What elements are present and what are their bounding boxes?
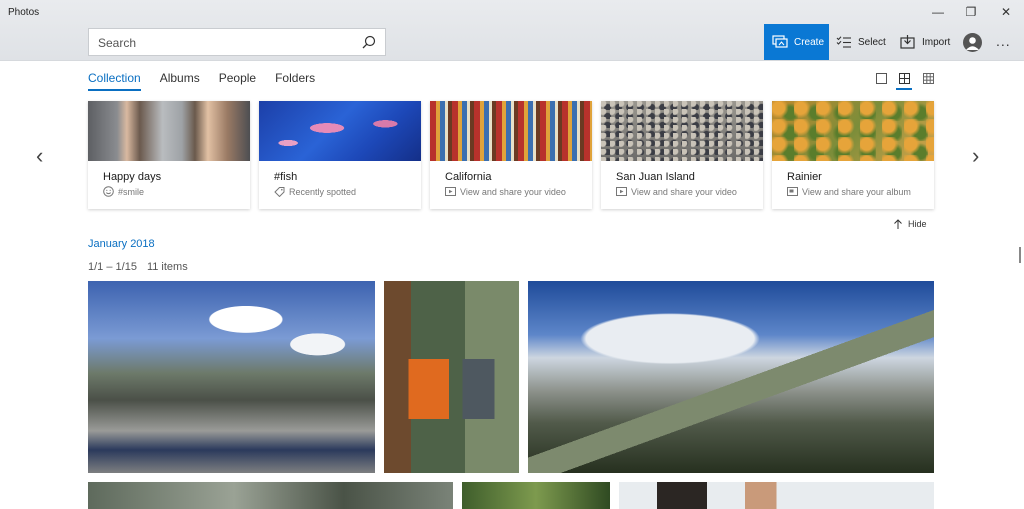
album-icon bbox=[787, 187, 798, 196]
photo-forest[interactable] bbox=[88, 482, 453, 509]
account-avatar-icon[interactable] bbox=[963, 33, 982, 52]
select-label: Select bbox=[858, 36, 886, 48]
carousel-card-happy-days[interactable]: Happy days #smile bbox=[88, 101, 250, 209]
create-button[interactable]: Create bbox=[764, 24, 829, 60]
nav-tabs: Collection Albums People Folders bbox=[88, 71, 315, 91]
search-box[interactable] bbox=[88, 28, 386, 56]
create-label: Create bbox=[794, 36, 825, 48]
carousel-card-fish[interactable]: #fish Recently spotted bbox=[259, 101, 421, 209]
app-title: Photos bbox=[8, 7, 40, 18]
hide-carousel-button[interactable]: Hide bbox=[893, 219, 927, 229]
tab-people[interactable]: People bbox=[219, 71, 256, 91]
import-button[interactable]: Import bbox=[900, 24, 950, 60]
carousel-card-california[interactable]: California View and share your video bbox=[430, 101, 592, 209]
month-heading[interactable]: January 2018 bbox=[88, 238, 155, 250]
date-range: 1/1 – 1/15 bbox=[88, 261, 137, 273]
card-thumbnail bbox=[601, 101, 763, 161]
carousel: Happy days #smile #fish Recently spotted… bbox=[88, 101, 934, 209]
photo-mountain-lake[interactable] bbox=[88, 281, 375, 473]
title-bar: Photos — ❐ ✕ Create Select bbox=[0, 0, 1024, 61]
photo-hikers[interactable] bbox=[384, 281, 519, 473]
carousel-card-rainier[interactable]: Rainier View and share your album bbox=[772, 101, 934, 209]
tab-collection[interactable]: Collection bbox=[88, 71, 141, 91]
select-icon bbox=[836, 36, 851, 48]
carousel-next-button[interactable]: › bbox=[972, 143, 979, 169]
create-icon bbox=[772, 35, 788, 48]
card-thumbnail bbox=[88, 101, 250, 161]
video-icon bbox=[616, 187, 627, 196]
import-icon bbox=[900, 35, 915, 49]
search-icon[interactable] bbox=[362, 35, 376, 49]
carousel-prev-button[interactable]: ‹ bbox=[36, 143, 43, 169]
card-subtitle: View and share your video bbox=[631, 186, 737, 197]
tag-icon bbox=[274, 187, 285, 197]
tab-folders[interactable]: Folders bbox=[275, 71, 315, 91]
select-button[interactable]: Select bbox=[836, 24, 886, 60]
carousel-card-san-juan-island[interactable]: San Juan Island View and share your vide… bbox=[601, 101, 763, 209]
card-subtitle: #smile bbox=[118, 186, 145, 197]
card-subtitle: Recently spotted bbox=[289, 186, 357, 197]
card-title: #fish bbox=[274, 171, 298, 183]
medium-grid-icon[interactable] bbox=[896, 70, 912, 90]
card-subtitle: View and share your album bbox=[802, 186, 911, 197]
date-range-header: 1/1 – 1/15 11 items bbox=[88, 261, 188, 273]
small-grid-icon[interactable] bbox=[920, 70, 936, 86]
card-subtitle: View and share your video bbox=[460, 186, 566, 197]
smile-icon bbox=[103, 186, 114, 197]
tab-albums[interactable]: Albums bbox=[160, 71, 200, 91]
item-count: 11 items bbox=[146, 261, 188, 273]
video-icon bbox=[445, 187, 456, 196]
single-view-icon[interactable] bbox=[873, 70, 889, 86]
card-thumbnail bbox=[772, 101, 934, 161]
card-thumbnail bbox=[259, 101, 421, 161]
import-label: Import bbox=[922, 36, 951, 48]
maximize-button[interactable]: ❐ bbox=[957, 2, 985, 22]
photo-greenery[interactable] bbox=[462, 482, 610, 509]
scrollbar-thumb[interactable] bbox=[1019, 247, 1021, 263]
close-button[interactable]: ✕ bbox=[992, 2, 1020, 22]
arrow-up-icon bbox=[894, 219, 902, 229]
card-title: Happy days bbox=[103, 171, 162, 183]
photo-mountain-peak[interactable] bbox=[528, 281, 934, 473]
card-title: Rainier bbox=[787, 171, 822, 183]
card-title: California bbox=[445, 171, 492, 183]
more-options-button[interactable]: ... bbox=[996, 33, 1011, 49]
photo-people[interactable] bbox=[619, 482, 934, 509]
search-input[interactable] bbox=[98, 34, 348, 51]
card-thumbnail bbox=[430, 101, 592, 161]
card-title: San Juan Island bbox=[616, 171, 695, 183]
minimize-button[interactable]: — bbox=[924, 2, 952, 22]
hide-label: Hide bbox=[908, 219, 927, 229]
